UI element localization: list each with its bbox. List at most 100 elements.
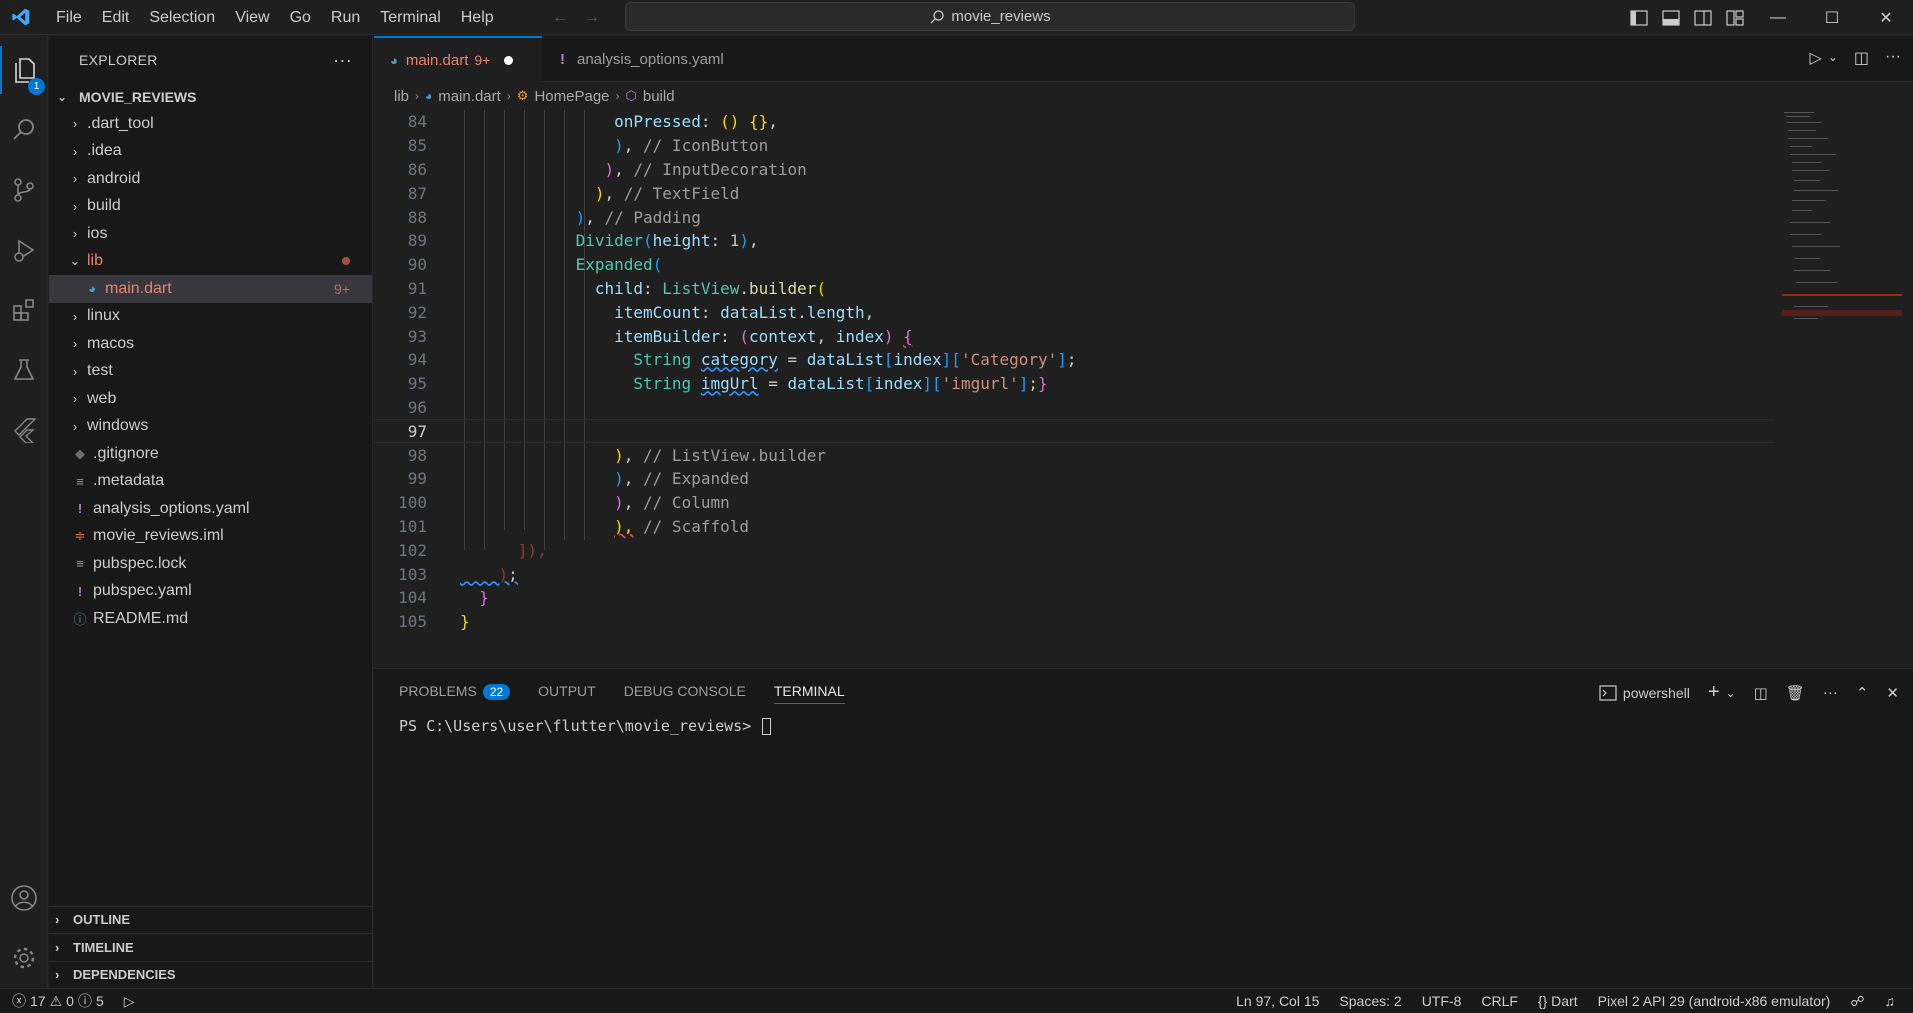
maximize-panel-chevron-up-icon[interactable]: ⌃ (1856, 684, 1869, 702)
terminal-dropdown-icon[interactable]: ⌄ (1726, 686, 1736, 700)
timeline-section[interactable]: › TIMELINE (49, 933, 372, 961)
code-comment: // InputDecoration (633, 159, 807, 179)
breadcrumb-method[interactable]: build (643, 88, 675, 105)
tree-folder-windows[interactable]: › windows (49, 413, 372, 441)
panel-tab-output[interactable]: OUTPUT (538, 683, 596, 699)
run-debug-status-icon[interactable]: ▷ (124, 993, 135, 1010)
error-icon: ⓧ (12, 993, 26, 1009)
line-number: 100 (398, 493, 427, 513)
terminal-output[interactable]: PS C:\Users\user\flutter\movie_reviews> (374, 717, 1913, 735)
tree-file-pubspec-yaml[interactable]: ! pubspec.yaml (49, 578, 372, 606)
close-window-icon[interactable]: ✕ (1859, 0, 1913, 35)
menu-terminal[interactable]: Terminal (370, 0, 450, 35)
kill-terminal-trash-icon[interactable]: 🗑 (1786, 684, 1805, 702)
tab-analysis-options[interactable]: ! analysis_options.yaml (544, 36, 744, 82)
minimap[interactable] (1782, 110, 1902, 666)
menu-edit[interactable]: Edit (92, 0, 140, 35)
project-root[interactable]: ⌄ MOVIE_REVIEWS (49, 84, 372, 110)
tree-folder-linux[interactable]: › linux (49, 303, 372, 331)
code-line: 98 ), // ListView.builder (374, 443, 1774, 467)
forward-arrow-icon[interactable]: → (584, 0, 600, 35)
code-text: } (460, 612, 470, 632)
tree-folder-lib[interactable]: ⌄ lib (49, 248, 372, 276)
tree-folder-web[interactable]: › web (49, 385, 372, 413)
cursor-position[interactable]: Ln 97, Col 15 (1236, 993, 1319, 1009)
tree-folder-test[interactable]: › test (49, 358, 372, 386)
panel-tab-problems[interactable]: PROBLEMS 22 (399, 683, 511, 700)
tab-label: main.dart (405, 51, 469, 69)
back-arrow-icon[interactable]: ← (552, 0, 568, 35)
tree-folder-ios[interactable]: › ios (49, 220, 372, 248)
git-file-icon: ◆ (75, 445, 85, 461)
outline-section[interactable]: › OUTLINE (49, 905, 372, 934)
tab-main-dart[interactable]: ◕ main.dart 9+ (374, 36, 542, 82)
more-actions-icon[interactable]: ··· (333, 50, 352, 71)
language-label: Dart (1551, 993, 1578, 1009)
command-center-search[interactable]: movie_reviews (625, 2, 1355, 31)
source-control-icon[interactable] (0, 166, 48, 214)
run-play-icon[interactable]: ▷ (1810, 48, 1822, 68)
menu-help[interactable]: Help (451, 0, 504, 35)
split-editor-icon[interactable]: ◫ (1854, 48, 1869, 68)
line-ending[interactable]: CRLF (1481, 993, 1518, 1009)
breadcrumb-lib[interactable]: lib (394, 88, 409, 105)
tree-file-iml[interactable]: ≑ movie_reviews.iml (49, 523, 372, 551)
breadcrumb-class[interactable]: HomePage (534, 88, 609, 105)
problems-status[interactable]: ⓧ 17 ⚠ 0 ⓘ 5 (12, 991, 104, 1011)
code-text: Divider(height: 1), (575, 231, 759, 251)
extensions-icon[interactable] (0, 286, 48, 334)
new-terminal-icon[interactable]: + (1708, 681, 1720, 704)
notifications-bell-icon[interactable]: ♫ (1885, 993, 1896, 1009)
tree-folder-macos[interactable]: › macos (49, 330, 372, 358)
panel-tab-debug-console[interactable]: DEBUG CONSOLE (624, 683, 746, 699)
flutter-icon[interactable] (0, 406, 48, 454)
menu-run[interactable]: Run (321, 0, 370, 35)
toggle-panel-icon[interactable] (1655, 0, 1687, 35)
code-text: ), // TextField (594, 183, 740, 203)
run-debug-icon[interactable] (0, 226, 48, 274)
menu-view[interactable]: View (225, 0, 279, 35)
tree-folder-android[interactable]: › android (49, 165, 372, 193)
tree-folder-idea[interactable]: › .idea (49, 138, 372, 166)
tree-file-metadata[interactable]: ≡ .metadata (49, 468, 372, 496)
menu-file[interactable]: File (46, 0, 92, 35)
tree-file-pubspec-lock[interactable]: ≡ pubspec.lock (49, 550, 372, 578)
tree-folder-dart-tool[interactable]: › .dart_tool (49, 110, 372, 138)
code-editor[interactable]: 84 onPressed: () {}, 85 ), // IconButton… (374, 110, 1774, 666)
dependencies-section[interactable]: › DEPENDENCIES (49, 960, 372, 989)
customize-layout-icon[interactable] (1719, 0, 1751, 35)
tree-file-main-dart[interactable]: ◕ main.dart 9+ (49, 275, 372, 303)
terminal-instance[interactable]: powershell (1599, 685, 1690, 701)
code-comment: // Padding (604, 207, 701, 227)
maximize-window-icon[interactable]: ☐ (1805, 0, 1859, 35)
language-mode[interactable]: {} Dart (1538, 993, 1578, 1009)
copilot-icon[interactable]: ☍ (1850, 993, 1864, 1010)
accounts-icon[interactable] (0, 874, 48, 922)
panel-tab-terminal[interactable]: TERMINAL (773, 683, 845, 704)
settings-gear-icon[interactable] (0, 934, 48, 982)
more-actions-icon[interactable]: ··· (1885, 48, 1901, 68)
file-encoding[interactable]: UTF-8 (1422, 993, 1462, 1009)
indentation[interactable]: Spaces: 2 (1339, 993, 1401, 1009)
menu-selection[interactable]: Selection (139, 0, 225, 35)
menu-go[interactable]: Go (280, 0, 321, 35)
flutter-device[interactable]: Pixel 2 API 29 (android-x86 emulator) (1598, 993, 1831, 1009)
breadcrumb-file[interactable]: main.dart (438, 88, 501, 105)
minimize-window-icon[interactable]: — (1751, 0, 1805, 35)
close-panel-icon[interactable]: ✕ (1886, 684, 1899, 702)
search-activity-icon[interactable] (0, 106, 48, 154)
tree-file-gitignore[interactable]: ◆ .gitignore (49, 440, 372, 468)
run-dropdown-icon[interactable]: ⌄ (1828, 48, 1838, 68)
tree-folder-build[interactable]: › build (49, 193, 372, 221)
tree-file-analysis-options[interactable]: ! analysis_options.yaml (49, 495, 372, 523)
code-string: 'Category' (960, 350, 1058, 370)
unsaved-dot-icon[interactable] (504, 55, 514, 65)
tree-file-readme[interactable]: ⓘ README.md (49, 605, 372, 633)
more-actions-icon[interactable]: ··· (1823, 684, 1838, 701)
explorer-icon[interactable]: 1 (0, 46, 48, 95)
testing-flask-icon[interactable] (0, 346, 48, 394)
toggle-secondary-sidebar-icon[interactable] (1687, 0, 1719, 35)
code-line: 86 ), // InputDecoration (374, 158, 1774, 182)
toggle-primary-sidebar-icon[interactable] (1623, 0, 1655, 35)
split-terminal-icon[interactable]: ◫ (1754, 684, 1768, 702)
